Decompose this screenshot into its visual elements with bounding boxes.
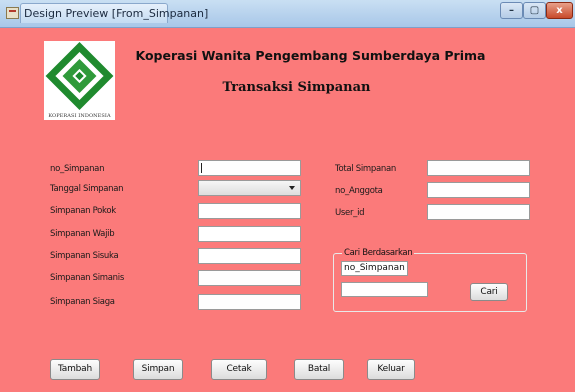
keluar-button[interactable]: Keluar [367, 359, 415, 380]
user-id-label: User_id [335, 208, 365, 218]
simpanan-simanis-input[interactable] [198, 270, 301, 286]
title-bar[interactable]: Design Preview [From_Simpanan] – ▢ x [0, 0, 575, 28]
simpanan-wajib-label: Simpanan Wajib [50, 229, 115, 239]
no-simpanan-input[interactable] [198, 160, 301, 176]
form-window: Design Preview [From_Simpanan] – ▢ x KOP… [0, 0, 575, 392]
search-keyword-input[interactable] [341, 282, 428, 297]
search-criteria-field[interactable]: no_Simpanan [341, 261, 408, 276]
tanggal-simpanan-label: Tanggal Simpanan [50, 184, 124, 194]
logo-caption: KOPERASI INDONESIA [48, 113, 111, 119]
simpanan-siaga-label: Simpanan Siaga [50, 297, 115, 307]
tanggal-simpanan-combobox[interactable] [198, 180, 301, 196]
window-title: Design Preview [From_Simpanan] [24, 7, 209, 20]
close-button[interactable]: x [546, 2, 573, 19]
simpanan-wajib-input[interactable] [198, 226, 301, 242]
no-simpanan-label: no_Simpanan [50, 164, 105, 174]
simpanan-pokok-label: Simpanan Pokok [50, 206, 116, 216]
total-simpanan-label: Total Simpanan [335, 164, 396, 174]
java-app-icon [6, 7, 19, 19]
chevron-down-icon [289, 186, 295, 190]
organization-title: Koperasi Wanita Pengembang Sumberdaya Pr… [135, 48, 486, 63]
minimize-button[interactable]: – [500, 2, 523, 19]
maximize-button[interactable]: ▢ [523, 2, 546, 19]
cetak-button[interactable]: Cetak [211, 359, 267, 380]
search-groupbox: Cari Berdasarkan no_Simpanan Cari [333, 248, 527, 312]
minimize-icon: – [509, 5, 514, 16]
no-anggota-input[interactable] [427, 182, 530, 198]
maximize-icon: ▢ [529, 5, 540, 16]
page-title: Transaksi Simpanan [222, 80, 371, 95]
simpan-button[interactable]: Simpan [133, 359, 183, 380]
simpanan-siaga-input[interactable] [198, 294, 301, 310]
close-icon: x [556, 5, 563, 16]
simpanan-sisuka-label: Simpanan Sisuka [50, 251, 119, 261]
tambah-button[interactable]: Tambah [50, 359, 100, 380]
user-id-input[interactable] [427, 204, 530, 220]
simpanan-simanis-label: Simpanan Simanis [50, 273, 124, 283]
no-anggota-label: no_Anggota [335, 186, 383, 196]
total-simpanan-input[interactable] [427, 160, 530, 176]
batal-button[interactable]: Batal [294, 359, 344, 380]
simpanan-sisuka-input[interactable] [198, 248, 301, 264]
simpanan-pokok-input[interactable] [198, 203, 301, 219]
cari-button[interactable]: Cari [470, 283, 508, 301]
text-caret [201, 163, 202, 173]
search-group-title: Cari Berdasarkan [342, 248, 415, 258]
